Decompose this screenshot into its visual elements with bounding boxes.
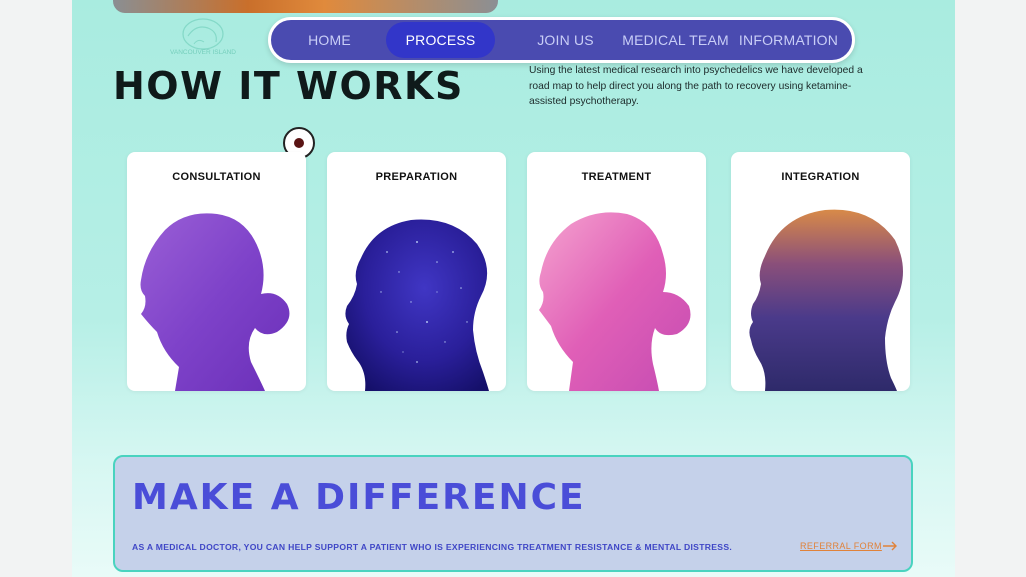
step-title: TREATMENT (581, 171, 652, 183)
nav-join-us[interactable]: JOIN US (511, 22, 620, 58)
make-a-difference-banner: MAKE A DIFFERENCE AS A MEDICAL DOCTOR, Y… (113, 455, 913, 572)
step-title: PREPARATION (375, 171, 458, 183)
purple-woman-silhouette-icon (140, 213, 290, 391)
step-card-preparation[interactable]: PREPARATION (327, 152, 506, 391)
galaxy-man-silhouette-icon (345, 219, 489, 391)
referral-form-link[interactable]: REFERRAL FORM (800, 541, 882, 551)
nav-process[interactable]: PROCESS (386, 22, 496, 58)
banner-title: MAKE A DIFFERENCE (132, 477, 586, 518)
step-card-integration[interactable]: INTEGRATION (731, 152, 910, 391)
page-title: HOW IT WORKS (113, 64, 464, 108)
hero-image-strip (113, 0, 498, 13)
step-card-treatment[interactable]: TREATMENT (527, 152, 706, 391)
pink-woman-silhouette-icon (539, 212, 691, 391)
step-title: CONSULTATION (172, 171, 261, 183)
intro-text: Using the latest medical research into p… (529, 65, 863, 107)
arrow-right-icon[interactable] (882, 541, 898, 551)
nav-medical-team[interactable]: MEDICAL TEAM (620, 22, 731, 58)
page: VANCOUVER ISLAND HOME PROCESS JOIN US ME… (72, 0, 955, 577)
vancouver-island-logo[interactable]: VANCOUVER ISLAND (168, 14, 238, 66)
sunset-man-silhouette-icon (749, 209, 903, 391)
step-card-consultation[interactable]: CONSULTATION (127, 152, 306, 391)
banner-text: AS A MEDICAL DOCTOR, YOU CAN HELP SUPPOR… (132, 542, 733, 552)
nav-information[interactable]: INFORMATION (731, 22, 846, 58)
main-nav: HOME PROCESS JOIN US MEDICAL TEAM INFORM… (268, 17, 855, 63)
logo-icon: VANCOUVER ISLAND (170, 18, 236, 56)
svg-text:VANCOUVER ISLAND: VANCOUVER ISLAND (170, 49, 236, 56)
nav-home[interactable]: HOME (277, 22, 382, 58)
step-title: INTEGRATION (781, 171, 860, 183)
